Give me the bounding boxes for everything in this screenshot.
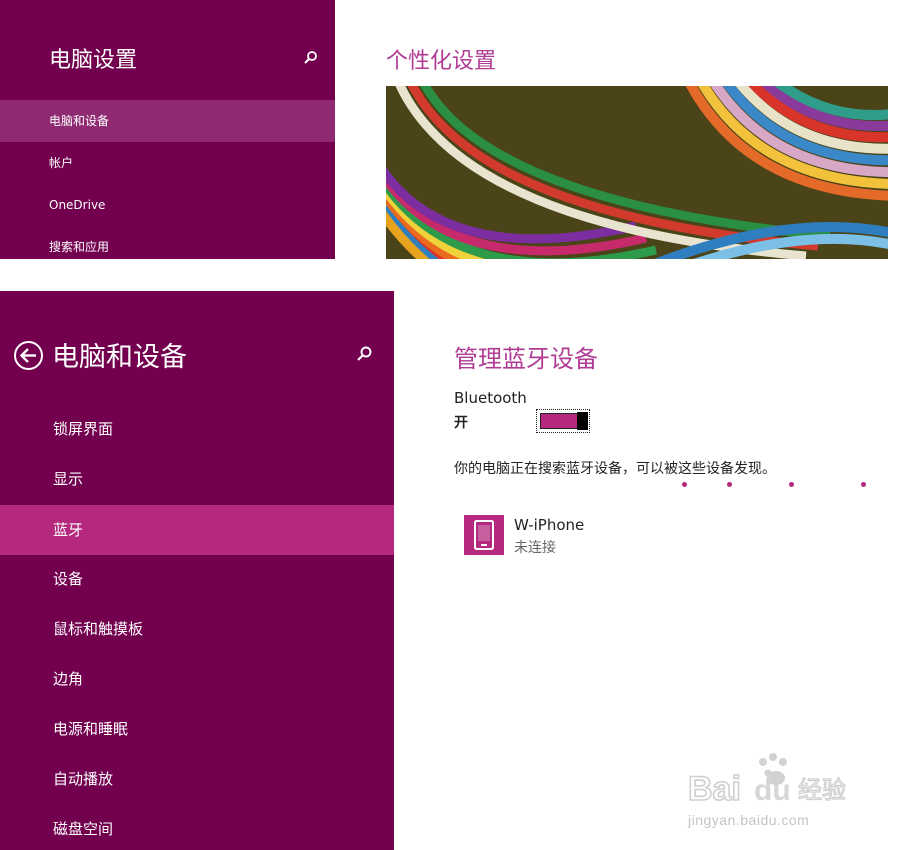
back-arrow-icon[interactable] — [13, 340, 44, 375]
sidebar-item-label: OneDrive — [49, 198, 106, 212]
sidebar-item-label: 搜索和应用 — [49, 240, 110, 254]
sidebar-item-label: 磁盘空间 — [53, 820, 114, 838]
sidebar-item-label: 设备 — [53, 570, 84, 588]
svg-text:经验: 经验 — [798, 776, 846, 804]
bluetooth-toggle[interactable] — [536, 409, 590, 433]
page-title: 个性化设置 — [386, 49, 497, 74]
device-name: W-iPhone — [514, 516, 585, 534]
sidebar-item-onedrive[interactable]: OneDrive — [0, 184, 335, 226]
progress-dot — [789, 482, 794, 487]
device-status: 未连接 — [514, 540, 556, 556]
watermark-url: jingyan.baidu.com — [688, 812, 810, 828]
sidebar-item-display[interactable]: 显示 — [0, 454, 394, 504]
sidebar-item-label: 电源和睡眠 — [53, 720, 129, 738]
sidebar-item-power-sleep[interactable]: 电源和睡眠 — [0, 704, 394, 754]
sidebar-item-label: 显示 — [53, 470, 84, 488]
progress-dot — [861, 482, 866, 487]
sidebar-item-accounts[interactable]: 帐户 — [0, 142, 335, 184]
sidebar-item-lock-screen[interactable]: 锁屏界面 — [0, 404, 394, 454]
svg-text:du: du — [754, 774, 791, 807]
progress-dot — [727, 482, 732, 487]
toggle-thumb[interactable] — [577, 412, 588, 430]
sidebar-item-disk-space[interactable]: 磁盘空间 — [0, 804, 394, 850]
search-icon[interactable] — [356, 346, 372, 366]
personalization-banner-image[interactable] — [386, 86, 888, 259]
sidebar-item-devices[interactable]: 设备 — [0, 554, 394, 604]
sidebar-item-pc-devices[interactable]: 电脑和设备 — [0, 100, 335, 142]
sidebar-item-label: 锁屏界面 — [53, 420, 114, 438]
sidebar-item-label: 电脑和设备 — [49, 114, 110, 128]
sidebar-item-label: 边角 — [53, 670, 84, 688]
search-icon[interactable] — [303, 50, 318, 69]
sidebar-title: 电脑和设备 — [52, 342, 187, 373]
bluetooth-label: Bluetooth — [454, 389, 527, 407]
bottom-sidebar: 电脑和设备 锁屏界面 显示 蓝牙 设备 鼠标和触摸板 边角 电源和睡眠 自动播放… — [0, 291, 394, 850]
top-sidebar-title: 电脑设置 — [49, 48, 138, 73]
sidebar-item-bluetooth[interactable]: 蓝牙 — [0, 505, 394, 555]
sidebar-item-mouse-touchpad[interactable]: 鼠标和触摸板 — [0, 604, 394, 654]
svg-text:Bai: Bai — [688, 770, 741, 808]
sidebar-item-search-apps[interactable]: 搜索和应用 — [0, 226, 335, 259]
sidebar-item-label: 帐户 — [49, 156, 74, 170]
phone-icon — [464, 515, 504, 555]
page-title: 管理蓝牙设备 — [454, 345, 598, 373]
top-sidebar: 电脑设置 电脑和设备 帐户 OneDrive 搜索和应用 — [0, 0, 335, 259]
progress-dot — [682, 482, 687, 487]
bluetooth-status-text: 你的电脑正在搜索蓝牙设备，可以被这些设备发现。 — [454, 461, 776, 477]
sidebar-item-corners[interactable]: 边角 — [0, 654, 394, 704]
sidebar-item-label: 鼠标和触摸板 — [53, 620, 144, 638]
sidebar-item-label: 自动播放 — [53, 770, 114, 788]
device-list-item[interactable]: W-iPhone 未连接 — [464, 515, 764, 557]
toggle-track — [540, 413, 578, 429]
bluetooth-state-text: 开 — [454, 415, 468, 431]
sidebar-item-autoplay[interactable]: 自动播放 — [0, 754, 394, 804]
sidebar-item-label: 蓝牙 — [53, 521, 84, 539]
